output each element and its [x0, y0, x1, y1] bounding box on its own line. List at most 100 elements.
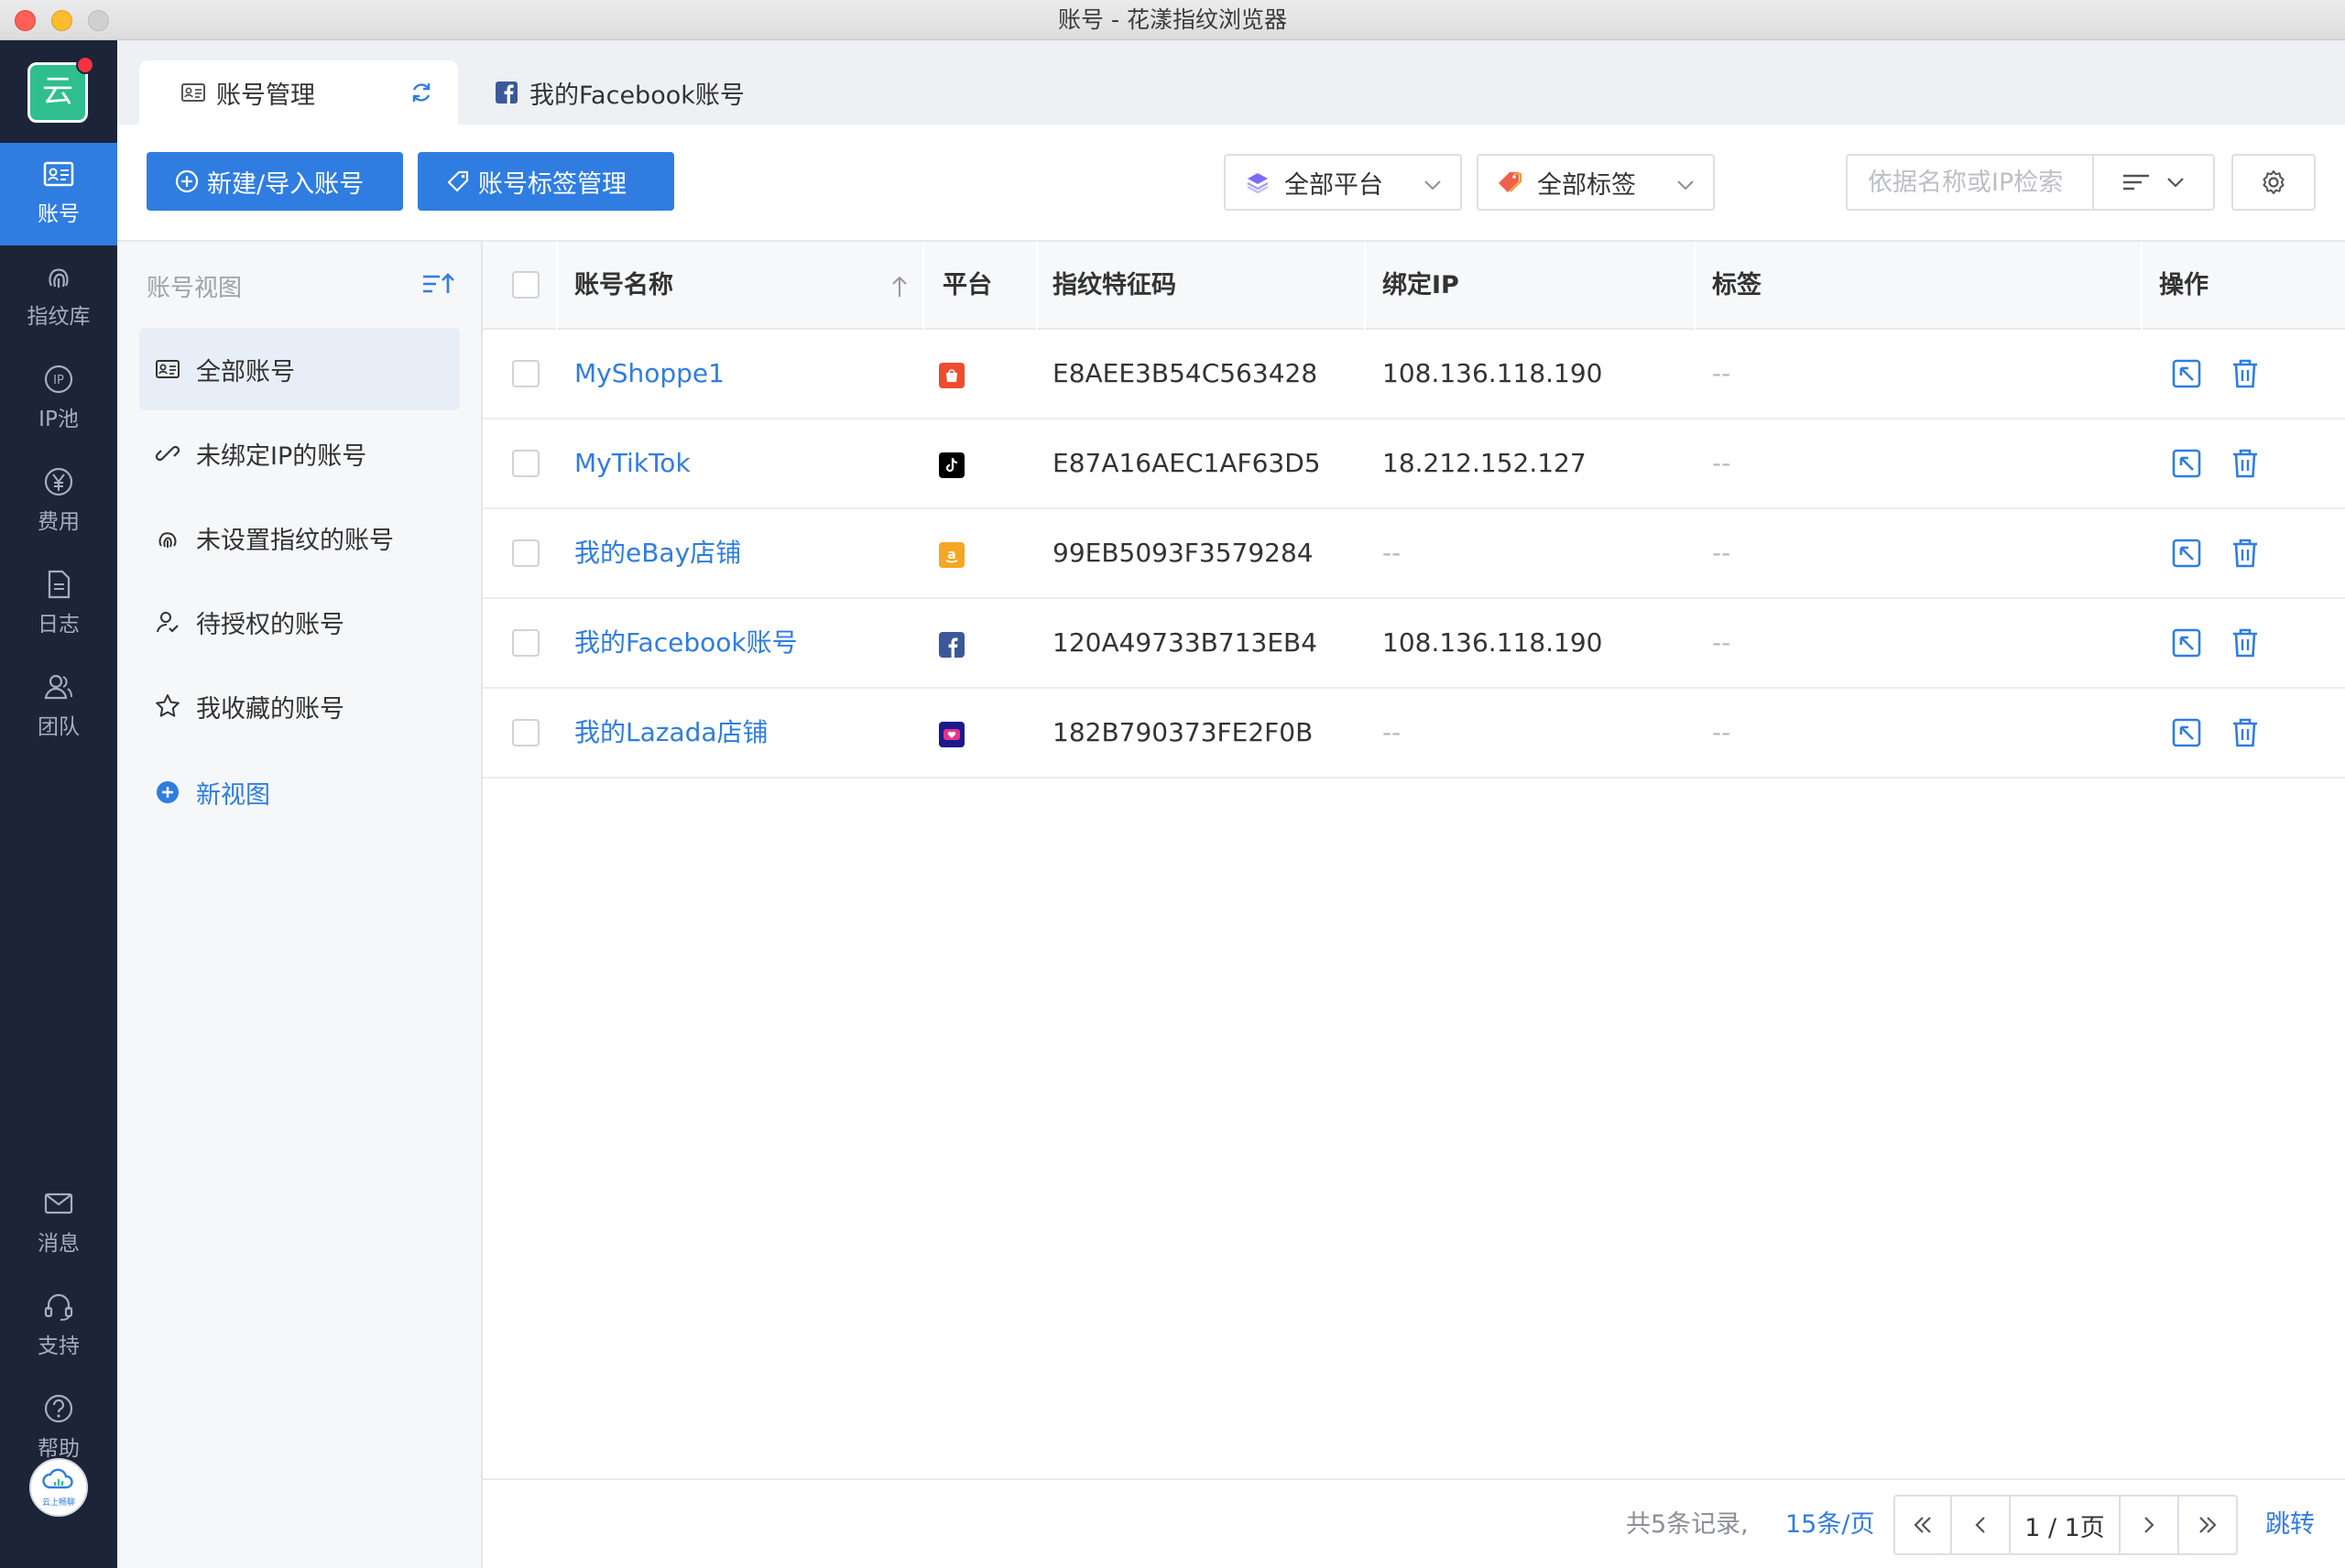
sort-lines-icon: [2123, 174, 2149, 191]
window-titlebar: 账号 - 花漾指纹浏览器: [0, 0, 2345, 40]
nav-item-billing[interactable]: 费用: [0, 451, 117, 553]
account-views-panel: 账号视图 全部账号 未绑定IP的账号 未设置指纹的账号 待授权的账号 我收藏的账…: [117, 242, 483, 1568]
fingerprint-code: E8AEE3B54C563428: [1053, 358, 1318, 388]
trash-icon[interactable]: [2227, 535, 2263, 572]
open-browser-icon[interactable]: [2168, 445, 2205, 482]
search-input[interactable]: [1848, 156, 2132, 209]
tag-select[interactable]: 全部标签: [1477, 154, 1715, 211]
app-logo[interactable]: 云: [27, 56, 94, 123]
platform-select[interactable]: 全部平台: [1224, 154, 1462, 211]
nav-item-messages[interactable]: 消息: [0, 1172, 117, 1275]
account-tag-management-button[interactable]: 账号标签管理: [418, 152, 674, 211]
last-page-button[interactable]: [2179, 1497, 2236, 1553]
row-checkbox[interactable]: [512, 450, 540, 477]
sort-ascending-icon[interactable]: [420, 267, 456, 300]
sort-dropdown-button[interactable]: [2092, 154, 2215, 211]
refresh-icon[interactable]: [409, 80, 434, 105]
fingerprint-code: 120A49733B713EB4: [1053, 627, 1318, 658]
page-size-selector[interactable]: 15条/页: [1785, 1480, 1874, 1568]
plus-circle-icon: [157, 781, 179, 803]
open-browser-icon[interactable]: [2168, 355, 2205, 392]
nav-item-account[interactable]: 账号: [0, 143, 117, 245]
new-view-label: 新视图: [196, 780, 270, 810]
account-name-link[interactable]: MyTikTok: [574, 419, 691, 507]
open-browser-icon[interactable]: [2168, 714, 2205, 751]
nav-label: IP池: [38, 408, 79, 431]
column-header-name[interactable]: 账号名称: [574, 242, 673, 330]
account-name-link[interactable]: 我的Facebook账号: [574, 599, 798, 687]
tags-value: --: [1712, 358, 1731, 388]
nav-label: 消息: [38, 1232, 80, 1256]
avatar-caption: 云上畅聊: [41, 1498, 75, 1508]
fingerprint-code: 182B790373FE2F0B: [1053, 717, 1314, 747]
new-view-button[interactable]: 新视图: [139, 751, 460, 833]
table-row[interactable]: MyShoppe1 E8AEE3B54C563428 108.136.118.1…: [483, 330, 2345, 419]
table-row[interactable]: 我的eBay店铺 a 99EB5093F3579284 -- --: [483, 509, 2345, 599]
trash-icon[interactable]: [2227, 355, 2263, 392]
chevron-right-icon: [2144, 1517, 2154, 1533]
row-checkbox[interactable]: [512, 719, 540, 746]
table-header: 账号名称 平台 指纹特征码 绑定IP 标签 操作: [483, 242, 2345, 330]
column-header-ip: 绑定IP: [1382, 271, 1459, 299]
pager: 1 / 1页: [1893, 1495, 2238, 1555]
fingerprint-code: E87A16AEC1AF63D5: [1053, 448, 1321, 478]
open-browser-icon[interactable]: [2168, 535, 2205, 572]
trash-icon[interactable]: [2227, 714, 2263, 751]
row-checkbox[interactable]: [512, 539, 540, 567]
fingerprint-icon: [49, 268, 69, 288]
tags-value: --: [1712, 717, 1731, 747]
page-indicator[interactable]: 1 / 1页: [2011, 1497, 2121, 1553]
nav-item-logs[interactable]: 日志: [0, 553, 117, 656]
table-row[interactable]: MyTikTok E87A16AEC1AF63D5 18.212.152.127…: [483, 419, 2345, 509]
next-page-button[interactable]: [2121, 1497, 2179, 1553]
layers-icon: [1247, 173, 1269, 194]
amazon-icon: a: [939, 542, 965, 568]
nav-item-fingerprint[interactable]: 指纹库: [0, 245, 117, 348]
facebook-icon: [939, 632, 965, 658]
views-heading: 账号视图: [147, 275, 243, 302]
tiktok-icon: [939, 452, 965, 478]
tags-value: --: [1712, 448, 1731, 478]
sort-arrow-up-icon[interactable]: [889, 275, 910, 299]
view-item-no-ip[interactable]: 未绑定IP的账号: [139, 412, 460, 495]
view-item-no-fingerprint[interactable]: 未设置指纹的账号: [139, 496, 460, 579]
trash-icon[interactable]: [2227, 445, 2263, 482]
tab-facebook-account[interactable]: 我的Facebook账号: [493, 60, 768, 125]
nav-label: 支持: [38, 1334, 80, 1358]
trash-icon[interactable]: [2227, 625, 2263, 661]
view-item-all-accounts[interactable]: 全部账号: [139, 328, 460, 410]
view-item-favorites[interactable]: 我收藏的账号: [139, 665, 460, 747]
row-checkbox[interactable]: [512, 360, 540, 387]
nav-item-support[interactable]: 支持: [0, 1275, 117, 1377]
table-row[interactable]: 我的Facebook账号 120A49733B713EB4 108.136.11…: [483, 599, 2345, 689]
total-records-text: 共5条记录,: [1626, 1510, 1749, 1539]
tab-account-management[interactable]: 账号管理: [139, 60, 458, 125]
nav-item-team[interactable]: 团队: [0, 656, 117, 758]
column-divider: [2141, 242, 2143, 330]
account-name-link[interactable]: 我的eBay店铺: [574, 509, 741, 597]
svg-text:a: a: [947, 548, 955, 562]
jump-button[interactable]: 跳转: [2265, 1480, 2315, 1568]
bound-ip: 108.136.118.190: [1382, 627, 1603, 658]
settings-button[interactable]: [2231, 154, 2316, 211]
account-name-link[interactable]: MyShoppe1: [574, 330, 725, 418]
lazada-icon: [939, 722, 965, 747]
view-item-pending-auth[interactable]: 待授权的账号: [139, 581, 460, 663]
prev-page-button[interactable]: [1952, 1497, 2011, 1553]
chevron-down-icon: [1424, 180, 1441, 191]
shopee-icon: [939, 363, 965, 388]
select-all-checkbox[interactable]: [512, 271, 540, 299]
yen-icon: [44, 467, 73, 496]
new-import-account-button[interactable]: 新建/导入账号: [147, 152, 403, 211]
first-page-button[interactable]: [1895, 1497, 1952, 1553]
notification-dot: [76, 56, 94, 74]
account-name-link[interactable]: 我的Lazada店铺: [574, 689, 769, 777]
account-card-icon: [43, 161, 74, 187]
tags-value: --: [1712, 538, 1731, 568]
gear-icon: [2263, 170, 2285, 194]
user-avatar[interactable]: 云上畅聊: [29, 1458, 88, 1517]
nav-item-ip-pool[interactable]: IP IP池: [0, 348, 117, 451]
row-checkbox[interactable]: [512, 629, 540, 657]
table-row[interactable]: 我的Lazada店铺 182B790373FE2F0B -- --: [483, 689, 2345, 779]
open-browser-icon[interactable]: [2168, 625, 2205, 661]
